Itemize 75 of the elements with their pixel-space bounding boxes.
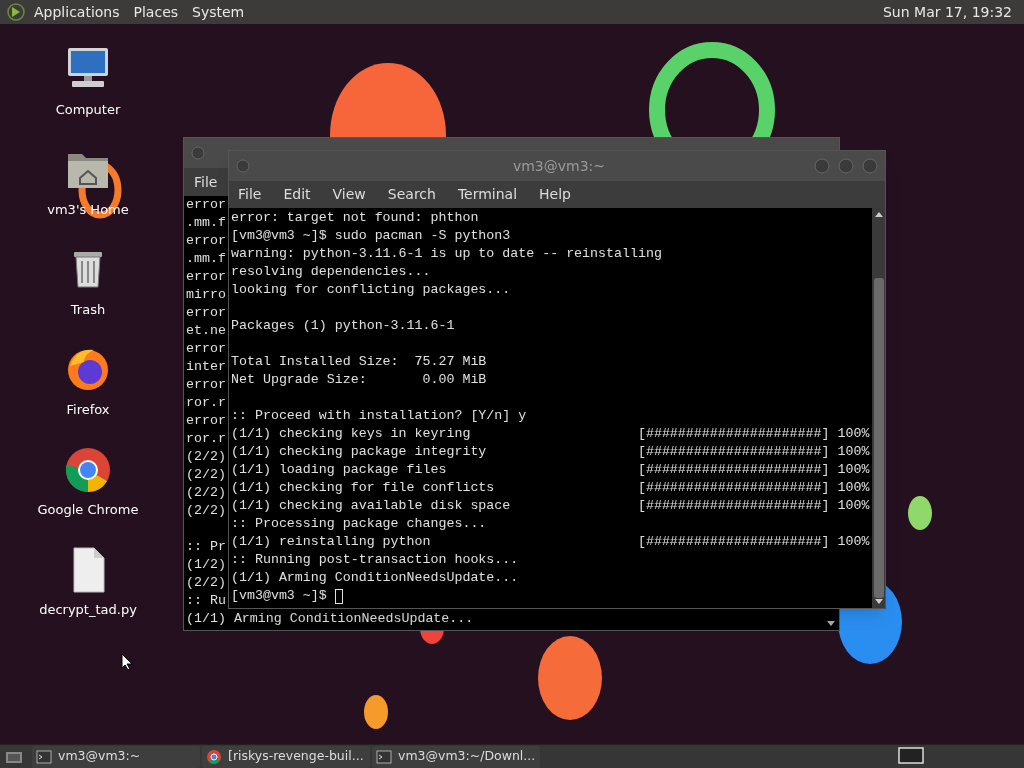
wallpaper-balloon [908,496,932,530]
terminal-line: .mm.f [186,251,226,266]
terminal-icon [36,748,52,765]
taskbar-button[interactable]: vm3@vm3:~/Downl... [372,745,540,768]
terminal-line: :: Pr [186,539,226,554]
taskbar-button[interactable]: vm3@vm3:~ [32,745,200,768]
terminal-line: resolving dependencies... [231,264,431,279]
terminal-line: mirro [186,287,226,302]
app-menu-icon[interactable] [6,2,26,22]
terminal-icon [376,748,392,765]
scroll-down-icon[interactable] [825,618,837,628]
terminal-line: Total Installed Size: 75.27 MiB [231,354,487,369]
terminal-line: inter [186,359,226,374]
terminal-line: (1/1) checking package integrity [######################] 100% [231,444,870,459]
icon-label[interactable]: decrypt_tad.py [39,600,137,620]
window-title: vm3@vm3:~ [511,156,607,176]
terminal-line: Net Upgrade Size: 0.00 MiB [231,372,487,387]
panel-menu[interactable]: Places [133,1,179,23]
terminal-line: looking for conflicting packages... [231,282,511,297]
panel-menu[interactable]: Applications [34,1,120,23]
chrome-icon [206,748,222,765]
terminal-line: (1/1) Arming ConditionNeedsUpdate... [231,570,519,585]
menu-item[interactable]: File [194,171,218,193]
terminal-line: (1/1) loading package files [######################] 100% [231,462,870,477]
terminal-line: error [186,305,226,320]
terminal-line: et.ne [186,323,226,338]
panel-menu[interactable]: System [192,1,245,23]
menu-item[interactable]: View [332,184,366,205]
icon-label[interactable]: Trash [70,300,106,320]
terminal-line: error [186,377,226,392]
terminal-line: (2/2) [186,467,226,482]
terminal-line: warning: python-3.11.6-1 is up to date -- reinstalling [231,246,662,261]
terminal-line: error [186,197,226,212]
scroll-thumb[interactable] [873,278,884,598]
menu-item[interactable]: Search [387,184,436,205]
terminal-line: (1/2) [186,557,226,572]
terminal-line: Packages (1) python-3.11.6-1 [231,318,455,333]
taskbar-button[interactable]: [riskys-revenge-buil... [202,745,370,768]
text-cursor [334,588,343,604]
terminal-prompt: [vm3@vm3 ~]$ [231,587,328,605]
wallpaper-balloon [364,695,388,729]
terminal-line: (1/1) checking for file conflicts [######################] 100% [231,480,870,495]
terminal-line: error [186,233,226,248]
scrollbar[interactable] [872,208,885,608]
terminal-line: error [186,269,226,284]
terminal-line: :: Running post-transaction hooks... [231,552,519,567]
terminal-line: (1/1) Arming ConditionNeedsUpdate... [186,611,474,626]
terminal-line: (2/2) [186,575,226,590]
terminal-line: ror.r [186,395,226,410]
workspace-switcher-icon[interactable] [898,747,924,764]
icon-label[interactable]: Computer [55,100,121,120]
terminal-line: :: Processing package changes... [231,516,487,531]
menu-item[interactable]: Edit [283,184,311,205]
icon-label[interactable]: Google Chrome [37,500,139,520]
terminal-line: :: Proceed with installation? [Y/n] y [231,408,527,423]
terminal-line: (2/2) [186,503,226,518]
terminal-line: (1/1) checking available disk space [######################] 100% [231,498,870,513]
clock[interactable]: Sun Mar 17, 19:32 [883,1,1012,23]
menu-item[interactable]: Help [539,184,571,205]
terminal-line: :: Ru [186,593,226,608]
terminal-line: (1/1) reinstalling python [######################] 100% [231,534,870,549]
mouse-pointer-icon [121,653,133,671]
scroll-up-icon[interactable] [873,210,884,218]
terminal-line: (1/1) checking keys in keyring [######################] 100% [231,426,870,441]
terminal-line: error: target not found: phthon [231,210,479,225]
menu-item[interactable]: File [238,184,262,205]
terminal-line: ror.r [186,431,226,446]
terminal-line: error [186,413,226,428]
icon-label[interactable]: Firefox [66,400,110,420]
terminal-line: (2/2) [186,485,226,500]
terminal-line: [vm3@vm3 ~]$ sudo pacman -S python3 [231,228,511,243]
menu-item[interactable]: Terminal [457,184,518,205]
terminal-line: error [186,341,226,356]
terminal-line: .mm.f [186,215,226,230]
terminal-line: (2/2) [186,449,226,464]
